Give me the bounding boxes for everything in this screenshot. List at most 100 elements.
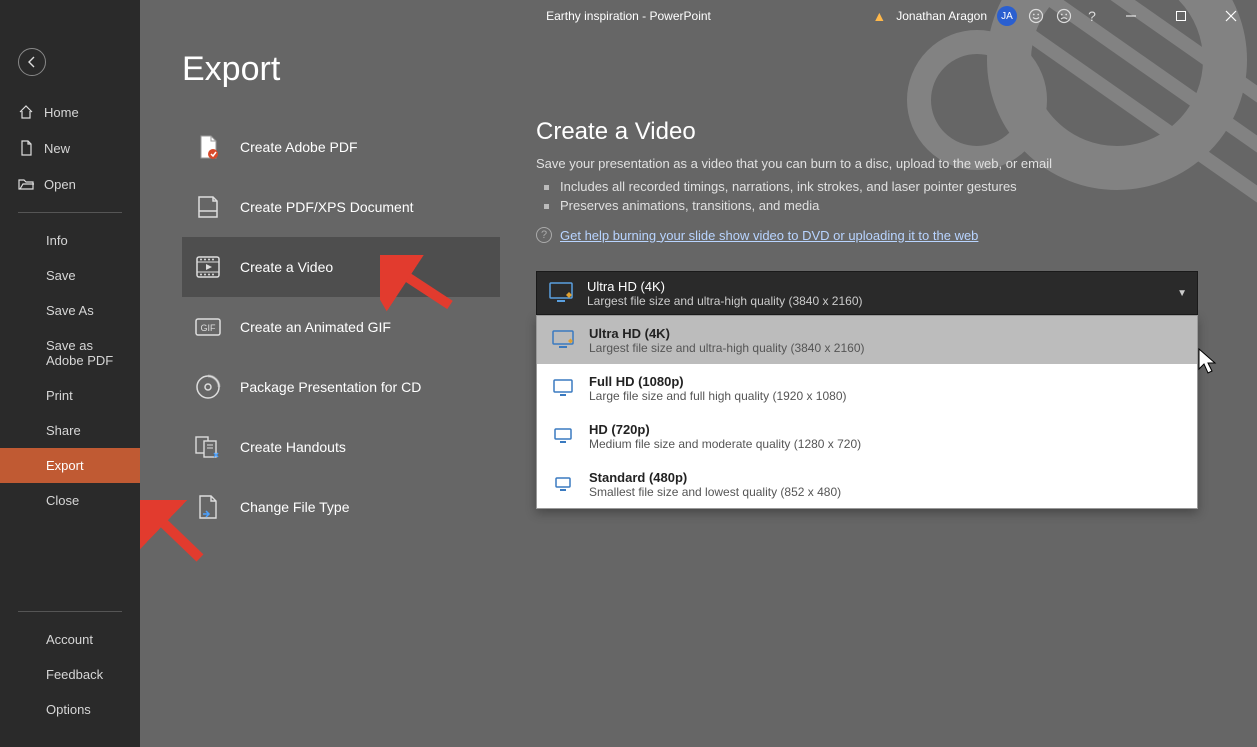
open-icon [18,176,34,192]
sidebar-item-label: Print [46,388,73,403]
sidebar-item-label: Save As [46,303,94,318]
option-desc: Medium file size and moderate quality (1… [589,437,861,451]
sidebar-item-options[interactable]: Options [0,692,140,727]
backstage-content: Export Create Adobe PDF Create PDF/XPS D… [140,0,1257,747]
option-title: Ultra HD (4K) [589,326,865,341]
detail-subtitle: Save your presentation as a video that y… [536,156,1209,171]
sidebar-item-label: Options [46,702,91,717]
export-row-package-cd[interactable]: Package Presentation for CD [182,357,500,417]
export-row-label: Create a Video [240,259,333,275]
monitor-uhd-icon [551,328,575,352]
sidebar-item-feedback[interactable]: Feedback [0,657,140,692]
sidebar-item-save-as[interactable]: Save As [0,293,140,328]
sidebar-item-save[interactable]: Save [0,258,140,293]
export-row-pdf-xps[interactable]: Create PDF/XPS Document [182,177,500,237]
option-title: Standard (480p) [589,470,841,485]
face-smile-icon[interactable] [1027,7,1045,25]
help-link[interactable]: Get help burning your slide show video t… [560,228,978,243]
chevron-down-icon: ▼ [1177,288,1187,299]
warning-icon[interactable]: ▲ [872,8,886,24]
sidebar-item-home[interactable]: Home [0,94,140,130]
option-desc: Large file size and full high quality (1… [589,389,847,403]
sidebar-item-info[interactable]: Info [0,223,140,258]
sidebar-item-new[interactable]: New [0,130,140,166]
sidebar-item-export[interactable]: Export [0,448,140,483]
user-name[interactable]: Jonathan Aragon [896,9,987,23]
title-bar: Earthy inspiration - PowerPoint ▲ Jonath… [0,0,1257,32]
sidebar-item-open[interactable]: Open [0,166,140,202]
export-row-create-video[interactable]: Create a Video [182,237,500,297]
pdf-xps-icon [194,193,222,221]
sidebar-item-label: New [44,141,70,156]
export-row-handouts[interactable]: Create Handouts [182,417,500,477]
sidebar-item-label: Share [46,423,81,438]
export-row-label: Create PDF/XPS Document [240,199,414,215]
export-options-column: Export Create Adobe PDF Create PDF/XPS D… [140,42,500,747]
sidebar-item-close[interactable]: Close [0,483,140,518]
option-title: HD (720p) [589,422,861,437]
cd-icon [194,373,222,401]
svg-text:GIF: GIF [201,323,217,333]
monitor-4k-icon [547,279,575,307]
sidebar-item-label: Home [44,105,79,120]
combo-selected-title: Ultra HD (4K) [587,279,863,294]
window-title: Earthy inspiration - PowerPoint [546,9,711,23]
export-row-adobe-pdf[interactable]: Create Adobe PDF [182,117,500,177]
sidebar-item-label: Close [46,493,79,508]
minimize-button[interactable] [1111,2,1151,30]
sidebar-item-label: Save [46,268,76,283]
back-button[interactable] [18,48,46,76]
export-row-label: Create Handouts [240,439,346,455]
export-row-label: Change File Type [240,499,349,515]
export-row-change-file-type[interactable]: Change File Type [182,477,500,537]
video-quality-combo[interactable]: Ultra HD (4K) Largest file size and ultr… [536,271,1198,315]
quality-option-hd[interactable]: HD (720p)Medium file size and moderate q… [537,412,1197,460]
option-title: Full HD (1080p) [589,374,847,389]
detail-bullets: Includes all recorded timings, narration… [536,177,1209,215]
sidebar-item-share[interactable]: Share [0,413,140,448]
help-question-icon: ? [536,227,552,243]
sidebar-item-label: Info [46,233,68,248]
sidebar-item-save-adobe[interactable]: Save as Adobe PDF [0,328,140,378]
export-detail-pane: Create a Video Save your presentation as… [500,42,1257,747]
detail-bullet: Includes all recorded timings, narration… [536,177,1209,196]
backstage-sidebar: Home New Open Info Save Save As Save as … [0,0,140,747]
monitor-fullhd-icon [551,376,575,400]
handouts-icon [194,433,222,461]
sidebar-item-label: Save as Adobe PDF [46,338,122,368]
detail-heading: Create a Video [536,118,1209,146]
avatar[interactable]: JA [997,6,1017,26]
home-icon [18,104,34,120]
separator [18,611,122,612]
option-desc: Smallest file size and lowest quality (8… [589,485,841,499]
file-type-icon [194,493,222,521]
adobe-pdf-icon [194,133,222,161]
sidebar-item-print[interactable]: Print [0,378,140,413]
detail-bullet: Preserves animations, transitions, and m… [536,196,1209,215]
quality-option-uhd[interactable]: Ultra HD (4K)Largest file size and ultra… [537,316,1197,364]
close-button[interactable] [1211,2,1251,30]
sidebar-item-label: Account [46,632,93,647]
export-row-label: Create an Animated GIF [240,319,391,335]
quality-option-fullhd[interactable]: Full HD (1080p)Large file size and full … [537,364,1197,412]
monitor-hd-icon [551,424,575,448]
new-icon [18,140,34,156]
gif-icon: GIF [194,313,222,341]
sidebar-item-label: Open [44,177,76,192]
face-sad-icon[interactable] [1055,7,1073,25]
video-quality-dropdown: Ultra HD (4K)Largest file size and ultra… [536,315,1198,509]
help-link-row: ? Get help burning your slide show video… [536,227,1209,243]
combo-selected-desc: Largest file size and ultra-high quality… [587,294,863,308]
export-row-label: Create Adobe PDF [240,139,358,155]
export-row-animated-gif[interactable]: GIF Create an Animated GIF [182,297,500,357]
quality-option-standard[interactable]: Standard (480p)Smallest file size and lo… [537,460,1197,508]
maximize-button[interactable] [1161,2,1201,30]
help-icon[interactable]: ? [1083,7,1101,25]
separator [18,212,122,213]
app-root: Earthy inspiration - PowerPoint ▲ Jonath… [0,0,1257,747]
video-icon [194,253,222,281]
export-row-label: Package Presentation for CD [240,379,421,395]
sidebar-item-label: Feedback [46,667,103,682]
option-desc: Largest file size and ultra-high quality… [589,341,865,355]
sidebar-item-account[interactable]: Account [0,622,140,657]
